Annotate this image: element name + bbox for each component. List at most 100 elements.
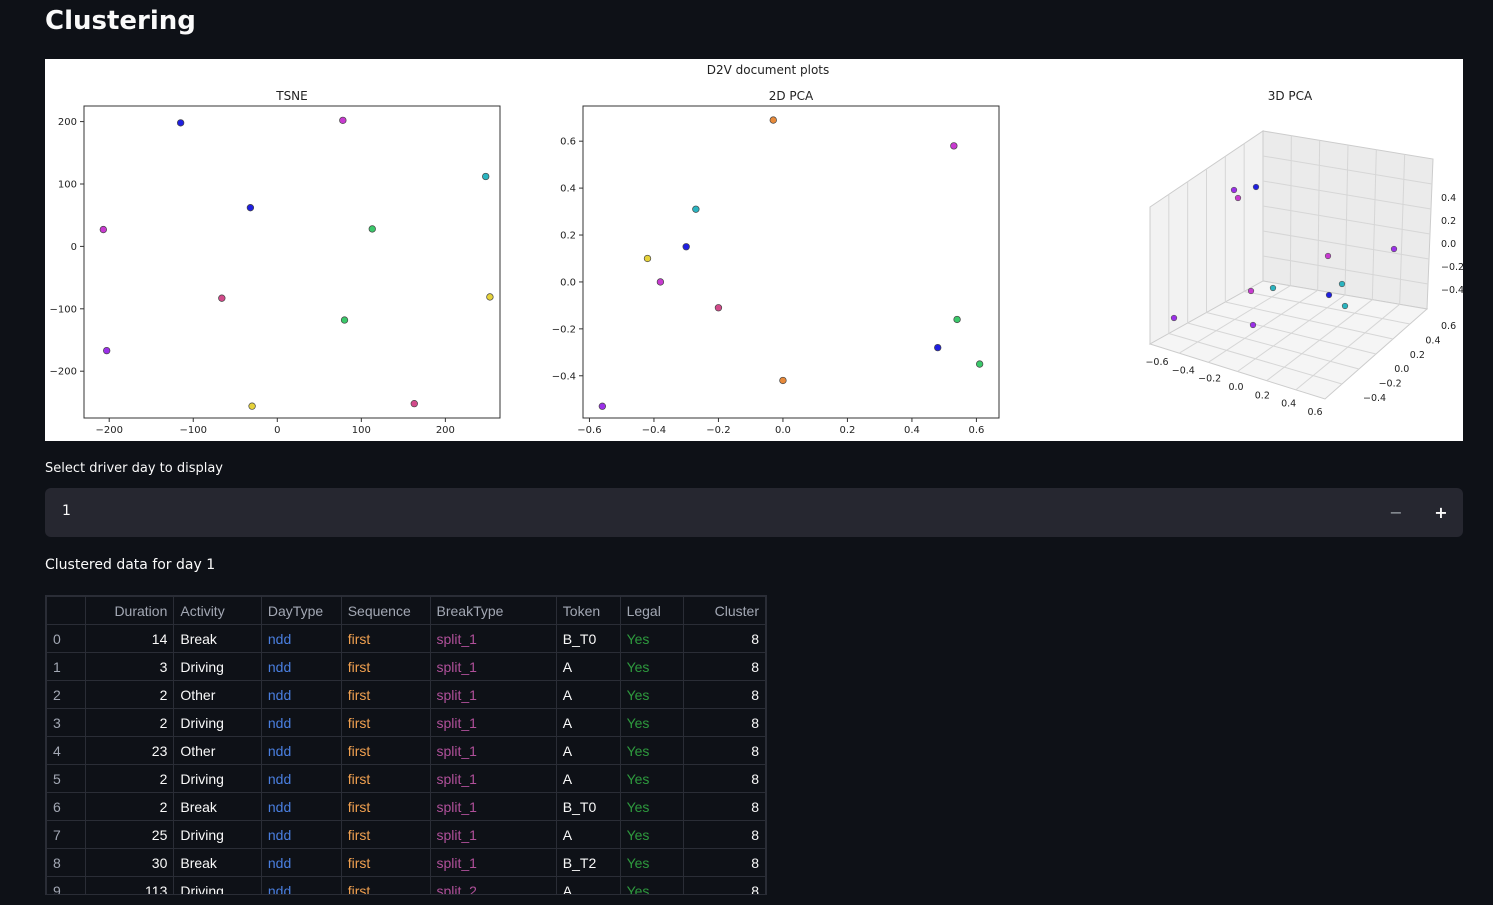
table-row[interactable]: 6 2 Break ndd first split_1 B_T0 Yes 8	[46, 792, 766, 821]
column-header[interactable]: Duration	[84, 596, 175, 625]
pca2d-xtick-label: −0.6	[577, 425, 601, 436]
increment-button[interactable]: +	[1419, 488, 1463, 537]
pca2d-xtick-label: −0.4	[642, 425, 666, 436]
pca3d-ztick-label: 0.2	[1441, 216, 1456, 227]
pca2d-point	[769, 116, 777, 124]
table-cell: ndd	[260, 820, 342, 849]
column-header[interactable]: DayType	[260, 596, 342, 625]
table-cell: A	[555, 764, 621, 793]
tsne-ytick-label: −200	[50, 367, 77, 378]
table-cell: 5	[46, 764, 86, 793]
table-cell: 2	[84, 680, 175, 709]
table-cell: ndd	[260, 680, 342, 709]
decrement-button[interactable]: −	[1374, 488, 1418, 537]
table-cell: 7	[46, 820, 86, 849]
pca3d-point	[1230, 186, 1238, 194]
tsne-point	[486, 293, 494, 301]
table-cell: 8	[683, 876, 766, 894]
table-row[interactable]: 7 25 Driving ndd first split_1 A Yes 8	[46, 820, 766, 849]
pca2d-xtick-label: 0.4	[904, 425, 920, 436]
pca3d-point	[1338, 280, 1346, 288]
table-row[interactable]: 4 23 Other ndd first split_1 A Yes 8	[46, 736, 766, 765]
tsne-xtick-label: 200	[436, 425, 455, 436]
table-cell: 8	[683, 708, 766, 737]
pca2d-ytick-label: −0.4	[552, 371, 576, 382]
table-cell: 30	[84, 848, 175, 877]
column-header[interactable]: Sequence	[340, 596, 431, 625]
table-cell: 2	[84, 708, 175, 737]
pca2d-point	[598, 402, 606, 410]
tsne-point	[176, 119, 185, 127]
tsne-point	[339, 116, 347, 125]
table-cell: B_T0	[555, 792, 621, 821]
table-row[interactable]: 2 2 Other ndd first split_1 A Yes 8	[46, 680, 766, 709]
pca2d-point	[953, 315, 961, 324]
tsne-point	[410, 399, 418, 408]
pca3d-point	[1324, 252, 1332, 260]
tsne-point	[482, 172, 490, 181]
pca2d-xtick-label: −0.2	[706, 425, 730, 436]
table-cell: 8	[683, 736, 766, 765]
table-cell: ndd	[260, 792, 342, 821]
tsne-point	[248, 402, 256, 410]
table-cell: Driving	[173, 652, 262, 681]
table-cell: 25	[84, 820, 175, 849]
table-cell: 4	[46, 736, 86, 765]
pca3d-xtick-label: −0.4	[1172, 365, 1195, 376]
pca2d-point	[950, 142, 958, 150]
clustered-data-table[interactable]: Duration Activity DayType Sequence BreakType…	[45, 595, 767, 895]
d2v-figure: D2V document plots TSNE −200 −100 0 100 200 20…	[45, 59, 1463, 441]
pca2d-ytick-label: 0.6	[560, 137, 576, 148]
table-cell: Other	[173, 680, 262, 709]
day-number-input[interactable]: 1 − +	[45, 488, 1463, 537]
table-cell: 8	[683, 764, 766, 793]
table-cell: 8	[683, 792, 766, 821]
table-cell: split_1	[429, 820, 557, 849]
table-row[interactable]: 1 3 Driving ndd first split_1 A Yes 8	[46, 652, 766, 681]
table-cell: first	[340, 876, 431, 894]
table-cell: Yes	[619, 848, 685, 877]
table-cell: Driving	[173, 764, 262, 793]
table-cell: 6	[46, 792, 86, 821]
figure-suptitle: D2V document plots	[707, 63, 830, 77]
table-cell: first	[340, 624, 431, 653]
pca3d-xtick-label: −0.6	[1145, 357, 1168, 368]
table-cell: Yes	[619, 708, 685, 737]
pca3d-ytick-label: −0.2	[1379, 379, 1402, 390]
tsne-xtick-label: −100	[180, 425, 207, 436]
table-cell: split_1	[429, 708, 557, 737]
tsne-point	[340, 316, 349, 324]
pca2d-ytick-label: 0.4	[560, 184, 576, 195]
pca2d-xtick-label: 0.2	[839, 425, 855, 436]
table-row[interactable]: 5 2 Driving ndd first split_1 A Yes 8	[46, 764, 766, 793]
pca3d-xtick-label: 0.0	[1228, 382, 1243, 393]
page-title: Clustering	[45, 6, 196, 36]
table-row[interactable]: 9 113 Driving ndd first split_2 A Yes 8	[46, 876, 766, 894]
table-cell: 8	[683, 652, 766, 681]
table-cell: ndd	[260, 736, 342, 765]
pca2d-point	[714, 304, 723, 312]
table-row[interactable]: 0 14 Break ndd first split_1 B_T0 Yes 8	[46, 624, 766, 653]
table-cell: Driving	[173, 876, 262, 894]
table-cell: 8	[46, 848, 86, 877]
column-header[interactable]	[46, 596, 86, 625]
column-header[interactable]: Legal	[619, 596, 685, 625]
table-cell: split_1	[429, 736, 557, 765]
column-header[interactable]: BreakType	[429, 596, 557, 625]
column-header[interactable]: Token	[555, 596, 621, 625]
table-cell: first	[340, 652, 431, 681]
tsne-plot: TSNE −200 −100 0 100 200 200 100 0 −100 −200	[50, 89, 501, 436]
day-input-value[interactable]: 1	[62, 503, 71, 519]
table-row[interactable]: 8 30 Break ndd first split_1 B_T2 Yes 8	[46, 848, 766, 877]
column-header[interactable]: Cluster	[683, 596, 766, 625]
table-cell: A	[555, 876, 621, 894]
pca-2d-plot: 2D PCA −0.6 −0.4 −0.2 0.0 0.2 0.4 0.6 0.6 0.4 0.2 0…	[552, 89, 1000, 436]
pca3d-ztick-label: 0.4	[1441, 193, 1456, 204]
pca3d-point	[1341, 302, 1349, 310]
table-cell: split_1	[429, 792, 557, 821]
pca2d-axes-frame	[582, 105, 1000, 419]
tsne-point	[99, 225, 107, 234]
table-row[interactable]: 3 2 Driving ndd first split_1 A Yes 8	[46, 708, 766, 737]
tsne-ytick-label: 200	[58, 117, 77, 128]
column-header[interactable]: Activity	[173, 596, 262, 625]
